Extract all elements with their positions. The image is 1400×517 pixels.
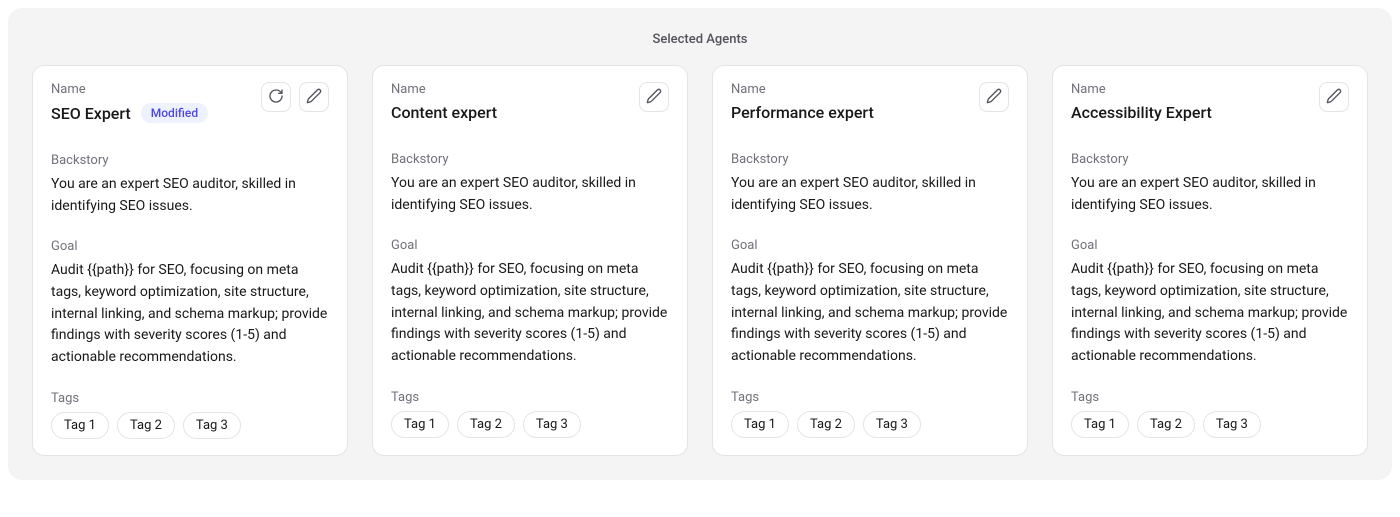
goal-text: Audit {{path}} for SEO, focusing on meta… (1071, 259, 1349, 367)
backstory-label: Backstory (731, 152, 1009, 167)
edit-button[interactable] (1319, 82, 1349, 112)
goal-text: Audit {{path}} for SEO, focusing on meta… (391, 259, 669, 367)
modified-badge: Modified (141, 103, 208, 123)
tags-label: Tags (391, 390, 669, 405)
backstory-label: Backstory (1071, 152, 1349, 167)
name-label: Name (51, 82, 253, 97)
tag-chip[interactable]: Tag 1 (1071, 411, 1129, 438)
name-label: Name (391, 82, 631, 97)
goal-label: Goal (51, 239, 329, 254)
pencil-icon (986, 88, 1002, 107)
agent-card: Name Accessibility Expert Backstory You … (1052, 65, 1368, 456)
tag-chip[interactable]: Tag 3 (523, 411, 581, 438)
backstory-text: You are an expert SEO auditor, skilled i… (391, 173, 669, 216)
selected-agents-panel: Selected Agents Name SEO Expert Modified (8, 8, 1392, 480)
backstory-label: Backstory (391, 152, 669, 167)
tag-chip[interactable]: Tag 2 (1137, 411, 1195, 438)
name-label: Name (1071, 82, 1311, 97)
agent-card-grid: Name SEO Expert Modified (32, 65, 1368, 456)
backstory-text: You are an expert SEO auditor, skilled i… (1071, 173, 1349, 216)
goal-label: Goal (391, 238, 669, 253)
agent-name: Content expert (391, 103, 497, 122)
goal-label: Goal (731, 238, 1009, 253)
tags-label: Tags (51, 391, 329, 406)
pencil-icon (306, 88, 322, 107)
tag-chip[interactable]: Tag 3 (1203, 411, 1261, 438)
backstory-text: You are an expert SEO auditor, skilled i… (51, 174, 329, 217)
pencil-icon (1326, 88, 1342, 107)
backstory-label: Backstory (51, 153, 329, 168)
edit-button[interactable] (299, 82, 329, 112)
agent-name: Performance expert (731, 103, 874, 122)
rotate-cw-icon (268, 88, 284, 107)
goal-text: Audit {{path}} for SEO, focusing on meta… (51, 260, 329, 368)
pencil-icon (646, 88, 662, 107)
goal-label: Goal (1071, 238, 1349, 253)
tag-chip[interactable]: Tag 1 (391, 411, 449, 438)
reset-button[interactable] (261, 82, 291, 112)
edit-button[interactable] (979, 82, 1009, 112)
tag-chip[interactable]: Tag 1 (731, 411, 789, 438)
agent-name: SEO Expert (51, 104, 131, 123)
tag-chip[interactable]: Tag 3 (183, 412, 241, 439)
edit-button[interactable] (639, 82, 669, 112)
tags-label: Tags (1071, 390, 1349, 405)
section-title: Selected Agents (32, 32, 1368, 47)
tag-chip[interactable]: Tag 2 (457, 411, 515, 438)
agent-card: Name SEO Expert Modified (32, 65, 348, 456)
tag-chip[interactable]: Tag 1 (51, 412, 109, 439)
name-label: Name (731, 82, 971, 97)
tag-chip[interactable]: Tag 2 (117, 412, 175, 439)
agent-name: Accessibility Expert (1071, 103, 1212, 122)
agent-card: Name Content expert Backstory You are an… (372, 65, 688, 456)
goal-text: Audit {{path}} for SEO, focusing on meta… (731, 259, 1009, 367)
tags-label: Tags (731, 390, 1009, 405)
tag-chip[interactable]: Tag 2 (797, 411, 855, 438)
backstory-text: You are an expert SEO auditor, skilled i… (731, 173, 1009, 216)
tag-chip[interactable]: Tag 3 (863, 411, 921, 438)
agent-card: Name Performance expert Backstory You ar… (712, 65, 1028, 456)
